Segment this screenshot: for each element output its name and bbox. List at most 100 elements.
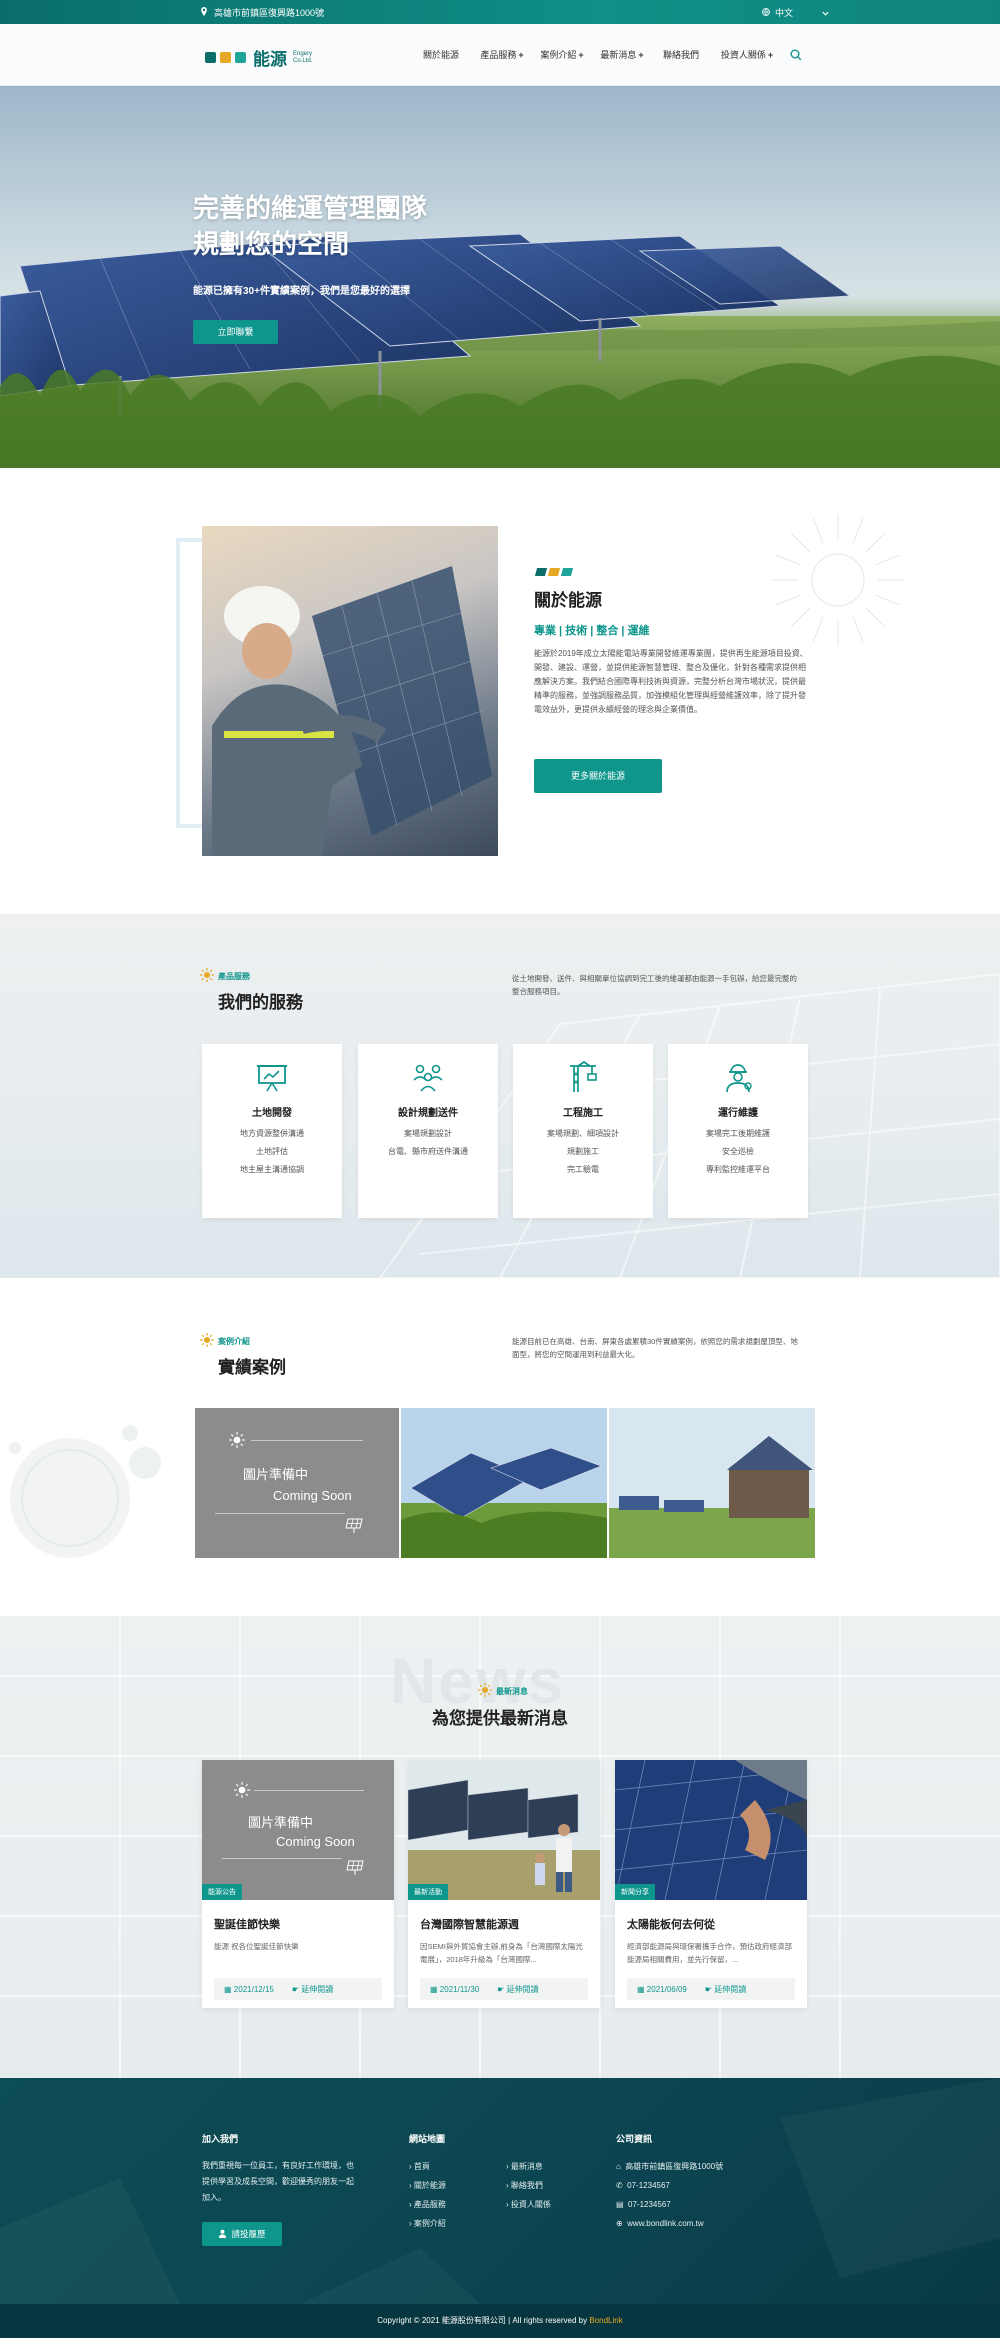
company-phone-text: 07-1234567 bbox=[627, 2181, 670, 2190]
logo-square-icon bbox=[547, 568, 561, 576]
service-line: 規劃施工 bbox=[567, 1147, 599, 1156]
news-card[interactable]: 圖片準備中 Coming Soon 能源公告 聖誕佳節快樂 能源 祝各位聖誕佳節… bbox=[202, 1760, 394, 2008]
company-website-text: www.bondlink.com.tw bbox=[627, 2219, 704, 2228]
sun-icon bbox=[234, 1782, 250, 1798]
nav-item-investors[interactable]: 投資人關係 + bbox=[712, 48, 782, 61]
sitemap-label: 案例介紹 bbox=[413, 2219, 446, 2228]
company-website[interactable]: ⊕ www.bondlink.com.tw bbox=[616, 2214, 723, 2233]
cases-section: 案例介紹 實績案例 能源目前已在高雄、台南、屏東各處累積30件實績案例，依照您的… bbox=[0, 1278, 1000, 1616]
sitemap-link-news[interactable]: › 最新消息 bbox=[506, 2157, 551, 2176]
language-selector[interactable]: 中文 bbox=[762, 6, 829, 19]
copyright-bar: Copyright © 2021 能源股份有限公司 | All rights r… bbox=[0, 2304, 1000, 2338]
credit-link[interactable]: BondLink bbox=[589, 2316, 622, 2325]
hand-icon: ☛ bbox=[291, 1984, 300, 1994]
read-more-text: 延伸閱讀 bbox=[301, 1984, 334, 1994]
sitemap-link-about[interactable]: › 關於能源 bbox=[409, 2176, 446, 2195]
service-line: 案場規劃設計 bbox=[404, 1129, 452, 1138]
news-date: ▦ 2021/06/09 bbox=[637, 1985, 687, 1994]
top-address: 高雄市前鎮區復興路1000號 bbox=[200, 6, 324, 19]
news-title: 台灣國際智慧能源週 bbox=[420, 1919, 519, 1931]
company-phone[interactable]: ✆ 07-1234567 bbox=[616, 2176, 723, 2195]
calendar-icon: ▦ bbox=[430, 1984, 438, 1994]
case-card-coming-soon[interactable]: 圖片準備中 Coming Soon bbox=[195, 1408, 399, 1558]
cases-tag: 案例介紹 bbox=[218, 1337, 250, 1346]
read-more-text: 延伸閱讀 bbox=[506, 1984, 539, 1994]
sitemap-link-contact[interactable]: › 聯絡我們 bbox=[506, 2176, 551, 2195]
sunburst-decoration bbox=[772, 514, 904, 646]
service-line: 地主屋主溝通協調 bbox=[240, 1165, 304, 1174]
solar-field-photo bbox=[401, 1408, 607, 1558]
contact-now-button[interactable]: 立即聯繫 bbox=[193, 320, 278, 344]
news-desc: 能源 祝各位聖誕佳節快樂 bbox=[214, 1942, 299, 1951]
service-line: 案場完工後期維護 bbox=[706, 1129, 770, 1138]
service-card-land[interactable]: 土地開發 地方資源整併溝通 土地評估 地主屋主溝通協調 bbox=[202, 1044, 342, 1218]
company-address: ⌂ 高雄市前鎮區復興路1000號 bbox=[616, 2157, 723, 2176]
sitemap-label: 首頁 bbox=[413, 2162, 430, 2171]
hand-icon: ☛ bbox=[497, 1984, 505, 1994]
news-meta: ▦ 2021/12/15 ☛ 延伸閱讀 bbox=[214, 1978, 382, 2000]
divider bbox=[222, 1858, 342, 1859]
service-card-design[interactable]: 設計規劃送件 案場規劃設計 台電、縣市府送件溝通 bbox=[358, 1044, 498, 1218]
nav-item-about[interactable]: 關於能源 bbox=[412, 48, 472, 61]
submit-resume-button[interactable]: 請投履歷 bbox=[202, 2222, 282, 2246]
company-address-text: 高雄市前鎮區復興路1000號 bbox=[625, 2162, 724, 2171]
footer-bg-pattern bbox=[0, 2078, 1000, 2304]
chevron-down-icon bbox=[822, 8, 829, 18]
news-card[interactable]: 最新活動 台灣國際智慧能源週 因SEMI與外貿協會主辦,前身為「台灣國際太陽光電… bbox=[408, 1760, 600, 2008]
services-bg-panels bbox=[378, 972, 1000, 1278]
logo-sub-line2: Co.Ltd. bbox=[293, 57, 313, 64]
case-card-solar-field[interactable] bbox=[401, 1408, 607, 1558]
divider bbox=[215, 1513, 345, 1514]
sitemap-link-home[interactable]: › 首頁 bbox=[409, 2157, 446, 2176]
nav-label: 關於能源 bbox=[422, 50, 459, 60]
language-label: 中文 bbox=[775, 8, 794, 18]
logo-name: 能源 bbox=[253, 50, 287, 69]
service-line: 完工驗電 bbox=[567, 1165, 599, 1174]
news-tag: 最新消息 bbox=[496, 1687, 528, 1696]
service-line: 案場規劃、細項設計 bbox=[547, 1129, 619, 1138]
read-more-text: 延伸閱讀 bbox=[714, 1984, 747, 1994]
main-nav: 關於能源 產品服務 + 案例介紹 + 最新消息 + 聯絡我們 投資人關係 + bbox=[412, 48, 782, 61]
news-meta: ▦ 2021/11/30 ☛ 延伸閱讀 bbox=[420, 1978, 588, 2000]
service-card-construction[interactable]: 工程施工 案場規劃、細項設計 規劃施工 完工驗電 bbox=[513, 1044, 653, 1218]
nav-item-products[interactable]: 產品服務 + bbox=[472, 48, 532, 61]
divider bbox=[251, 1440, 363, 1441]
case-card-house-solar[interactable] bbox=[609, 1408, 815, 1558]
news-card[interactable]: 新聞分享 太陽能板何去何從 經濟部能源局與環保署攜手合作，預估政府經濟部能源局相… bbox=[615, 1760, 807, 2008]
sitemap-label: 最新消息 bbox=[510, 2162, 543, 2171]
logo-square-icon bbox=[534, 568, 548, 576]
logo[interactable]: 能源 Engery Co.Ltd. bbox=[205, 45, 312, 70]
nav-item-news[interactable]: 最新消息 + bbox=[592, 48, 652, 61]
logo-square-icon bbox=[220, 52, 231, 63]
service-card-maintenance[interactable]: 運行維護 案場完工後期維護 安全巡檢 專利監控維運平台 bbox=[668, 1044, 808, 1218]
nav-item-cases[interactable]: 案例介紹 + bbox=[532, 48, 592, 61]
placeholder-en: Coming Soon bbox=[276, 1834, 355, 1849]
sitemap-link-investors[interactable]: › 投資人關係 bbox=[506, 2195, 551, 2214]
news-date-text: 2021/12/15 bbox=[233, 1984, 274, 1994]
read-more-link[interactable]: ☛ 延伸閱讀 bbox=[292, 1984, 333, 1995]
read-more-link[interactable]: ☛ 延伸閱讀 bbox=[497, 1984, 538, 1995]
read-more-link[interactable]: ☛ 延伸閱讀 bbox=[705, 1984, 746, 1995]
company-fax-text: 07-1234567 bbox=[628, 2200, 671, 2209]
worker-solar-illustration bbox=[212, 566, 492, 856]
construction-crane-icon bbox=[566, 1060, 600, 1094]
more-about-button[interactable]: 更多關於能源 bbox=[534, 759, 662, 793]
hero-banner: 完善的維運管理團隊 規劃您的空間 能源已擁有30+件實績案例，我們是您最好的選擇… bbox=[0, 86, 1000, 468]
news-title: 太陽能板何去何從 bbox=[627, 1919, 715, 1931]
search-icon[interactable] bbox=[790, 48, 802, 66]
service-line: 安全巡檢 bbox=[722, 1147, 754, 1156]
logo-sub-line1: Engery bbox=[293, 50, 313, 57]
news-title: 為您提供最新消息 bbox=[432, 1709, 568, 1728]
service-title: 土地開發 bbox=[252, 1108, 292, 1119]
nav-plus: + bbox=[638, 50, 644, 60]
news-image: 最新活動 bbox=[408, 1760, 600, 1900]
news-image: 新聞分享 bbox=[615, 1760, 807, 1900]
site-header: 能源 Engery Co.Ltd. 關於能源 產品服務 + 案例介紹 + 最新消息 +… bbox=[0, 24, 1000, 86]
sitemap-link-cases[interactable]: › 案例介紹 bbox=[409, 2214, 446, 2233]
nav-item-contact[interactable]: 聯絡我們 bbox=[652, 48, 712, 61]
logo-square-icon bbox=[205, 52, 216, 63]
hero-title-line2: 規劃您的空間 bbox=[193, 229, 350, 259]
sitemap-link-products[interactable]: › 產品服務 bbox=[409, 2195, 446, 2214]
service-line: 地方資源整併溝通 bbox=[240, 1129, 304, 1138]
hands-solar-photo bbox=[615, 1760, 807, 1900]
